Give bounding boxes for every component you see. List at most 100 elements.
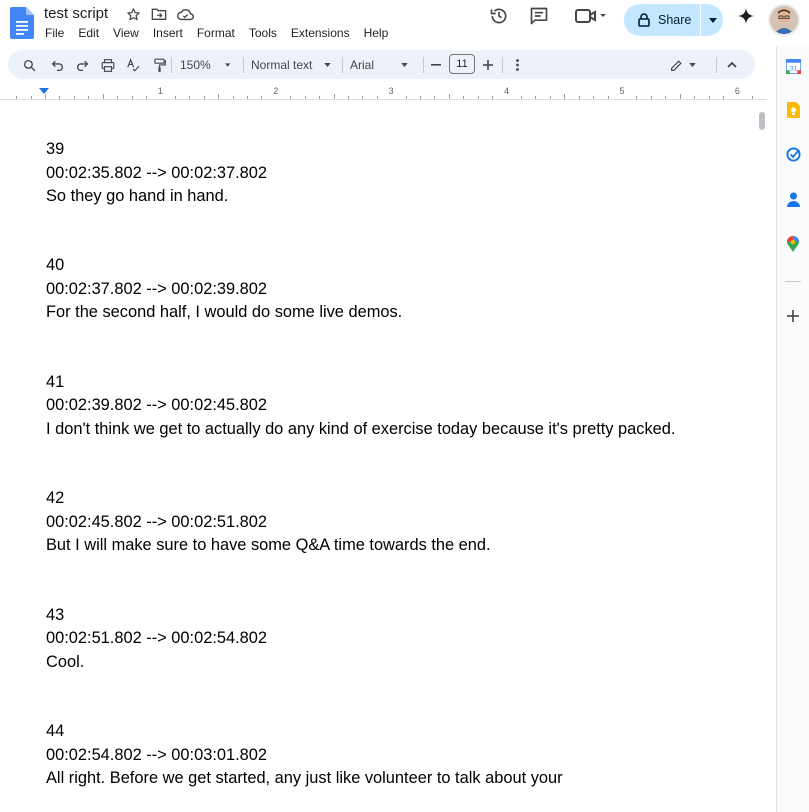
menu-insert[interactable]: Insert bbox=[153, 26, 183, 40]
ruler-tick bbox=[16, 96, 18, 99]
menu-edit[interactable]: Edit bbox=[78, 26, 99, 40]
svg-text:31: 31 bbox=[789, 65, 797, 72]
entry-timestamp: 00:02:45.802 --> 00:02:51.802 bbox=[46, 512, 268, 531]
menu-view[interactable]: View bbox=[113, 26, 139, 40]
ruler-tick bbox=[521, 96, 523, 99]
caret-down-icon bbox=[401, 63, 408, 67]
ruler-tick bbox=[218, 94, 220, 99]
ruler-tick bbox=[650, 96, 652, 99]
ruler-tick bbox=[751, 96, 753, 99]
paragraph-style-value: Normal text bbox=[251, 58, 313, 72]
undo-icon[interactable] bbox=[50, 56, 64, 74]
ruler-tick bbox=[636, 96, 638, 99]
ruler-label: 4 bbox=[504, 86, 510, 96]
move-to-folder-icon[interactable] bbox=[149, 6, 169, 22]
font-size-input[interactable]: 11 bbox=[449, 54, 475, 74]
ruler-tick bbox=[102, 94, 104, 99]
lock-icon bbox=[638, 13, 650, 27]
caret-down-icon bbox=[224, 63, 230, 67]
menu-extensions[interactable]: Extensions bbox=[291, 26, 350, 40]
entry-text: All right. Before we get started, any ju… bbox=[46, 769, 563, 787]
paragraph-style-select[interactable]: Normal text bbox=[251, 56, 333, 74]
ruler-tick bbox=[694, 96, 696, 99]
ruler-label: 3 bbox=[388, 86, 394, 96]
add-icon[interactable] bbox=[785, 308, 801, 324]
zoom-select[interactable]: 150% bbox=[180, 56, 230, 74]
editing-mode-select[interactable] bbox=[668, 56, 698, 74]
entry-text: But I will make sure to have some Q&A ti… bbox=[46, 536, 491, 555]
subtitle-entry: 41 00:02:39.802 --> 00:02:45.802 I don't t… bbox=[46, 371, 675, 442]
subtitle-entry: 42 00:02:45.802 --> 00:02:51.802 But I wil… bbox=[46, 487, 491, 558]
caret-down-icon bbox=[708, 17, 717, 23]
avatar[interactable] bbox=[768, 4, 800, 36]
cloud-saved-icon[interactable] bbox=[175, 6, 195, 22]
menu-file[interactable]: File bbox=[45, 26, 64, 40]
ruler-tick bbox=[448, 94, 450, 99]
entry-timestamp: 00:02:37.802 --> 00:02:39.802 bbox=[46, 279, 268, 298]
search-menus-icon[interactable] bbox=[22, 56, 36, 74]
font-select[interactable]: Arial bbox=[350, 56, 414, 74]
print-icon[interactable] bbox=[101, 56, 115, 74]
gemini-icon[interactable] bbox=[735, 6, 757, 26]
title-bar: test script File Edit View Insert Format… bbox=[0, 0, 809, 46]
ruler-label: 2 bbox=[273, 86, 279, 96]
increase-font-size-icon[interactable] bbox=[482, 56, 494, 74]
tasks-icon[interactable] bbox=[785, 146, 801, 162]
version-history-icon[interactable] bbox=[488, 6, 510, 26]
menu-bar: File Edit View Insert Format Tools Exten… bbox=[45, 26, 402, 40]
indent-marker[interactable] bbox=[39, 88, 49, 94]
keep-icon[interactable] bbox=[785, 102, 801, 118]
zoom-value: 150% bbox=[180, 58, 211, 72]
share-button-group: Share bbox=[624, 4, 723, 36]
decrease-font-size-icon[interactable] bbox=[430, 56, 442, 74]
ruler-tick bbox=[492, 96, 494, 99]
subtitle-entry: 39 00:02:35.802 --> 00:02:37.802 So they g… bbox=[46, 138, 267, 209]
ruler-label: 1 bbox=[157, 86, 163, 96]
maps-icon[interactable] bbox=[785, 236, 801, 252]
ruler-tick bbox=[30, 96, 32, 99]
ruler-tick bbox=[203, 96, 205, 99]
document-page[interactable]: 39 00:02:35.802 --> 00:02:37.802 So they g… bbox=[0, 101, 757, 812]
paint-format-icon[interactable] bbox=[152, 56, 166, 74]
ruler-tick bbox=[319, 96, 321, 99]
entry-index: 42 bbox=[46, 489, 65, 508]
menu-tools[interactable]: Tools bbox=[249, 26, 277, 40]
spelling-check-icon[interactable] bbox=[126, 56, 140, 74]
entry-index: 41 bbox=[46, 372, 65, 391]
more-options-icon[interactable] bbox=[513, 56, 521, 74]
scrollbar-thumb[interactable] bbox=[759, 112, 765, 130]
ruler-label: 6 bbox=[734, 86, 740, 96]
entry-text: I don't think we get to actually do any … bbox=[46, 419, 676, 438]
ruler-tick bbox=[261, 96, 263, 99]
subtitle-entry: 43 00:02:51.802 --> 00:02:54.802 Cool. bbox=[46, 604, 267, 675]
ruler-tick bbox=[174, 96, 176, 99]
document-title[interactable]: test script bbox=[44, 5, 108, 22]
ruler-tick bbox=[665, 96, 667, 99]
meet-icon[interactable] bbox=[574, 6, 608, 26]
menu-help[interactable]: Help bbox=[364, 26, 389, 40]
entry-timestamp: 00:02:35.802 --> 00:02:37.802 bbox=[46, 163, 268, 182]
ruler-tick bbox=[679, 94, 681, 99]
ruler-tick bbox=[477, 96, 479, 99]
docs-logo-icon[interactable] bbox=[10, 7, 34, 39]
toolbar: 150% Normal text Arial 11 bbox=[8, 50, 755, 79]
ruler-tick bbox=[88, 96, 90, 99]
ruler-tick bbox=[347, 96, 349, 99]
comments-icon[interactable] bbox=[528, 6, 550, 26]
ruler[interactable]: 1 2 3 4 5 6 bbox=[0, 86, 767, 100]
share-button[interactable]: Share bbox=[624, 4, 699, 36]
ruler-tick bbox=[549, 96, 551, 99]
ruler-tick bbox=[131, 96, 133, 99]
entry-timestamp: 00:02:39.802 --> 00:02:45.802 bbox=[46, 396, 268, 415]
calendar-icon[interactable]: 31 bbox=[785, 58, 801, 74]
menu-format[interactable]: Format bbox=[197, 26, 235, 40]
contacts-icon[interactable] bbox=[785, 191, 801, 207]
subtitle-entry: 40 00:02:37.802 --> 00:02:39.802 For the s… bbox=[46, 254, 402, 325]
ruler-tick bbox=[607, 96, 609, 99]
redo-icon[interactable] bbox=[75, 56, 89, 74]
share-dropdown-button[interactable] bbox=[702, 4, 723, 36]
star-icon[interactable] bbox=[123, 6, 143, 22]
hide-menus-icon[interactable] bbox=[726, 56, 738, 74]
share-label: Share bbox=[658, 13, 692, 27]
ruler-tick bbox=[593, 96, 595, 99]
